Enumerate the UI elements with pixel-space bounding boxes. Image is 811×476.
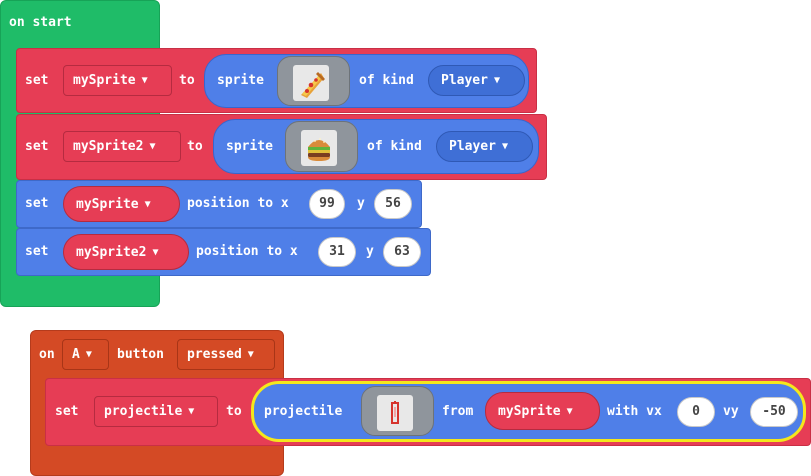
- set-keyword: set: [55, 404, 79, 419]
- burger-icon: [301, 130, 337, 166]
- with-vx-keyword: with vx: [607, 404, 662, 419]
- chevron-down-icon: ▼: [144, 198, 151, 210]
- button-dropdown[interactable]: A ▼: [62, 339, 109, 370]
- x-value-input[interactable]: 31: [318, 237, 356, 267]
- image-picker[interactable]: [285, 121, 358, 172]
- chevron-down-icon: ▼: [188, 406, 195, 417]
- of-kind-keyword: of kind: [359, 73, 414, 88]
- position-to-x-keyword: position to x: [187, 196, 289, 211]
- chevron-down-icon: ▼: [141, 75, 148, 86]
- sprite-keyword: sprite: [217, 73, 264, 88]
- kind-dropdown-label: Player: [441, 73, 488, 88]
- chevron-down-icon: ▼: [501, 141, 508, 152]
- vy-keyword: vy: [723, 404, 739, 419]
- to-keyword: to: [226, 404, 242, 419]
- chevron-down-icon: ▼: [247, 349, 254, 360]
- y-value-input[interactable]: 63: [383, 237, 421, 267]
- chevron-down-icon: ▼: [85, 349, 92, 360]
- y-value-input[interactable]: 56: [374, 189, 412, 219]
- projectile-keyword: projectile: [264, 404, 343, 419]
- x-value-input[interactable]: 99: [309, 189, 345, 219]
- variable-dropdown-label: projectile: [104, 404, 183, 419]
- set-keyword: set: [25, 73, 49, 88]
- set-keyword: set: [25, 196, 49, 211]
- variable-dropdown[interactable]: mySprite2 ▼: [63, 131, 181, 162]
- button-keyword: button: [117, 347, 164, 362]
- kind-dropdown[interactable]: Player ▼: [428, 65, 525, 96]
- image-picker[interactable]: [277, 56, 350, 106]
- chevron-down-icon: ▼: [152, 246, 159, 258]
- event-dropdown[interactable]: pressed ▼: [177, 339, 275, 370]
- variable-dropdown-label: mySprite: [73, 73, 136, 88]
- button-dropdown-label: A: [72, 347, 80, 362]
- to-keyword: to: [179, 73, 195, 88]
- chevron-down-icon: ▼: [493, 75, 500, 86]
- event-dropdown-label: pressed: [187, 347, 242, 362]
- on-keyword: on: [39, 347, 55, 362]
- sprite-variable-dropdown[interactable]: mySprite ▼: [485, 392, 600, 430]
- sprite-variable-label: mySprite: [498, 403, 561, 419]
- y-keyword: y: [357, 196, 365, 211]
- kind-dropdown[interactable]: Player ▼: [436, 131, 533, 162]
- position-to-x-keyword: position to x: [196, 244, 298, 259]
- image-picker[interactable]: [361, 386, 434, 436]
- to-keyword: to: [187, 139, 203, 154]
- sprite-variable-label: mySprite: [76, 196, 139, 212]
- chevron-down-icon: ▼: [149, 141, 156, 152]
- vx-value-input[interactable]: 0: [677, 397, 715, 427]
- y-keyword: y: [366, 244, 374, 259]
- variable-dropdown[interactable]: mySprite ▼: [63, 65, 172, 96]
- chevron-down-icon: ▼: [566, 405, 573, 417]
- on-start-label: on start: [9, 15, 72, 30]
- variable-dropdown-label: mySprite2: [73, 139, 144, 154]
- set-keyword: set: [25, 139, 49, 154]
- pizza-icon: [293, 65, 329, 101]
- sprite-keyword: sprite: [226, 139, 273, 154]
- sprite-variable-dropdown[interactable]: mySprite ▼: [63, 186, 180, 222]
- of-kind-keyword: of kind: [367, 139, 422, 154]
- variable-dropdown[interactable]: projectile ▼: [94, 396, 218, 427]
- sprite-variable-label: mySprite2: [76, 244, 147, 260]
- projectile-icon: [377, 395, 413, 431]
- sprite-variable-dropdown[interactable]: mySprite2 ▼: [63, 234, 189, 270]
- set-keyword: set: [25, 244, 49, 259]
- from-keyword: from: [442, 404, 474, 419]
- kind-dropdown-label: Player: [449, 139, 496, 154]
- vy-value-input[interactable]: -50: [750, 397, 798, 427]
